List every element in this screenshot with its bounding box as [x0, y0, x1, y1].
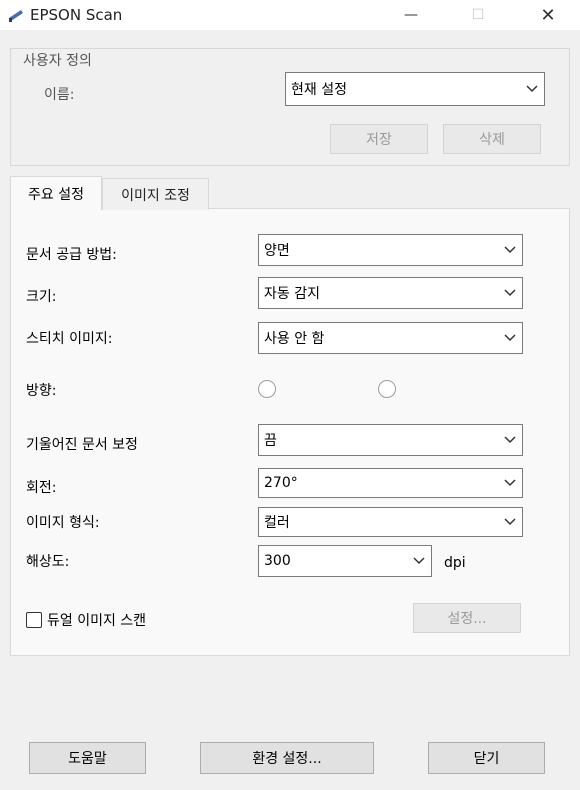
image-type-label: 이미지 형식: [26, 515, 100, 531]
preferences-button-label: 환경 설정... [252, 751, 322, 767]
rotation-value: 270° [264, 475, 298, 491]
document-source-value: 양면 [264, 243, 290, 259]
save-button[interactable]: 저장 [330, 124, 428, 154]
user-defined-title: 사용자 정의 [20, 50, 95, 70]
skew-correction-value: 끔 [264, 433, 277, 449]
help-button[interactable]: 도움말 [29, 742, 146, 774]
chevron-down-icon [504, 246, 516, 254]
resolution-value: 300 [264, 553, 291, 569]
tab-main-settings-label: 주요 설정 [28, 186, 84, 203]
orientation-radio-2[interactable] [378, 380, 396, 398]
tab-image-adjustment-label: 이미지 조정 [121, 187, 190, 204]
skew-correction-label: 기울어진 문서 보정 [26, 437, 138, 453]
size-label: 크기: [26, 289, 57, 305]
stitch-image-label: 스티치 이미지: [26, 331, 113, 347]
dual-image-settings-label: 설정... [447, 611, 487, 627]
chevron-down-icon [504, 289, 516, 297]
resolution-label: 해상도: [26, 554, 70, 570]
stitch-image-value: 사용 안 함 [264, 331, 325, 347]
resolution-select[interactable]: 300 [258, 545, 432, 577]
chevron-down-icon [526, 85, 538, 93]
help-button-label: 도움말 [68, 751, 107, 767]
image-type-select[interactable]: 컬러 [258, 507, 523, 537]
delete-button[interactable]: 삭제 [443, 124, 541, 154]
tab-image-adjustment[interactable]: 이미지 조정 [102, 178, 209, 210]
scanner-icon [9, 10, 23, 22]
name-label: 이름: [44, 87, 75, 103]
document-source-select[interactable]: 양면 [258, 234, 523, 266]
image-type-value: 컬러 [264, 515, 290, 531]
delete-button-label: 삭제 [479, 132, 505, 148]
skew-correction-select[interactable]: 끔 [258, 424, 523, 456]
document-source-label: 문서 공급 방법: [26, 247, 117, 263]
minimize-button[interactable]: — [388, 0, 434, 30]
chevron-down-icon [504, 518, 516, 526]
name-select-value: 현재 설정 [291, 82, 347, 98]
orientation-radio-1[interactable] [258, 380, 276, 398]
dual-image-checkbox[interactable] [26, 612, 42, 628]
dual-image-label: 듀얼 이미지 스캔 [47, 613, 147, 629]
close-icon: ✕ [540, 4, 556, 26]
save-button-label: 저장 [366, 132, 392, 148]
orientation-label: 방향: [26, 383, 57, 399]
resolution-unit: dpi [444, 555, 466, 571]
chevron-down-icon [504, 479, 516, 487]
title-bar: EPSON Scan — ☐ ✕ [0, 0, 580, 30]
chevron-down-icon [504, 334, 516, 342]
maximize-icon: ☐ [471, 7, 485, 23]
close-button-label: 닫기 [473, 751, 500, 767]
chevron-down-icon [504, 436, 516, 444]
chevron-down-icon [413, 557, 425, 565]
close-window-button[interactable]: ✕ [525, 0, 571, 30]
name-select[interactable]: 현재 설정 [285, 72, 545, 106]
window-title: EPSON Scan [30, 6, 123, 24]
maximize-button[interactable]: ☐ [455, 0, 501, 30]
dual-image-settings-button[interactable]: 설정... [413, 603, 521, 633]
preferences-button[interactable]: 환경 설정... [200, 742, 374, 774]
close-button[interactable]: 닫기 [428, 742, 545, 774]
size-select[interactable]: 자동 감지 [258, 277, 523, 309]
rotation-label: 회전: [26, 480, 57, 496]
size-value: 자동 감지 [264, 286, 320, 302]
rotation-select[interactable]: 270° [258, 468, 523, 498]
tab-main-settings[interactable]: 주요 설정 [10, 176, 102, 210]
minimize-icon: — [404, 7, 418, 23]
stitch-image-select[interactable]: 사용 안 함 [258, 322, 523, 354]
